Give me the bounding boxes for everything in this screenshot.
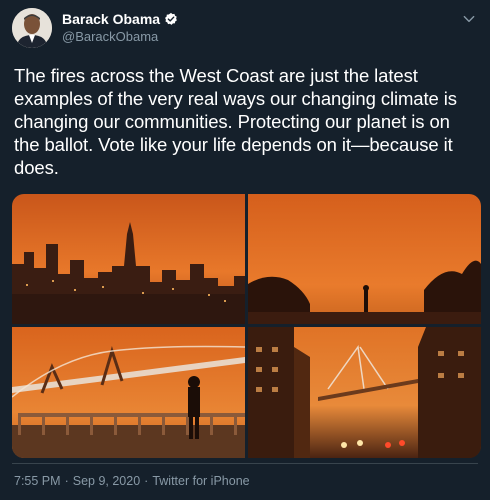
photo-city-street[interactable]	[248, 327, 481, 458]
photo-bay-bridge[interactable]	[12, 327, 245, 458]
verified-badge-icon	[164, 12, 178, 26]
footer-divider	[12, 463, 478, 464]
author-handle[interactable]: @BarackObama	[62, 29, 158, 44]
tweet-card: Barack Obama @BarackObama The fires acro…	[0, 0, 490, 500]
tweet-date[interactable]: Sep 9, 2020	[73, 474, 140, 488]
photo-skyline[interactable]	[12, 194, 245, 324]
tweet-meta: 7:55 PM · Sep 9, 2020 · Twitter for iPho…	[14, 474, 250, 488]
meta-separator: ·	[64, 474, 69, 488]
tweet-source[interactable]: Twitter for iPhone	[152, 474, 249, 488]
tweet-text: The fires across the West Coast are just…	[14, 65, 457, 178]
author-name-row[interactable]: Barack Obama	[62, 11, 178, 27]
meta-separator: ·	[144, 474, 149, 488]
tweet-time[interactable]: 7:55 PM	[14, 474, 61, 488]
avatar[interactable]	[12, 8, 52, 48]
photo-overlook[interactable]	[248, 194, 481, 324]
chevron-down-icon[interactable]	[462, 12, 476, 26]
author-name[interactable]: Barack Obama	[62, 11, 160, 27]
media-grid[interactable]	[12, 194, 481, 458]
